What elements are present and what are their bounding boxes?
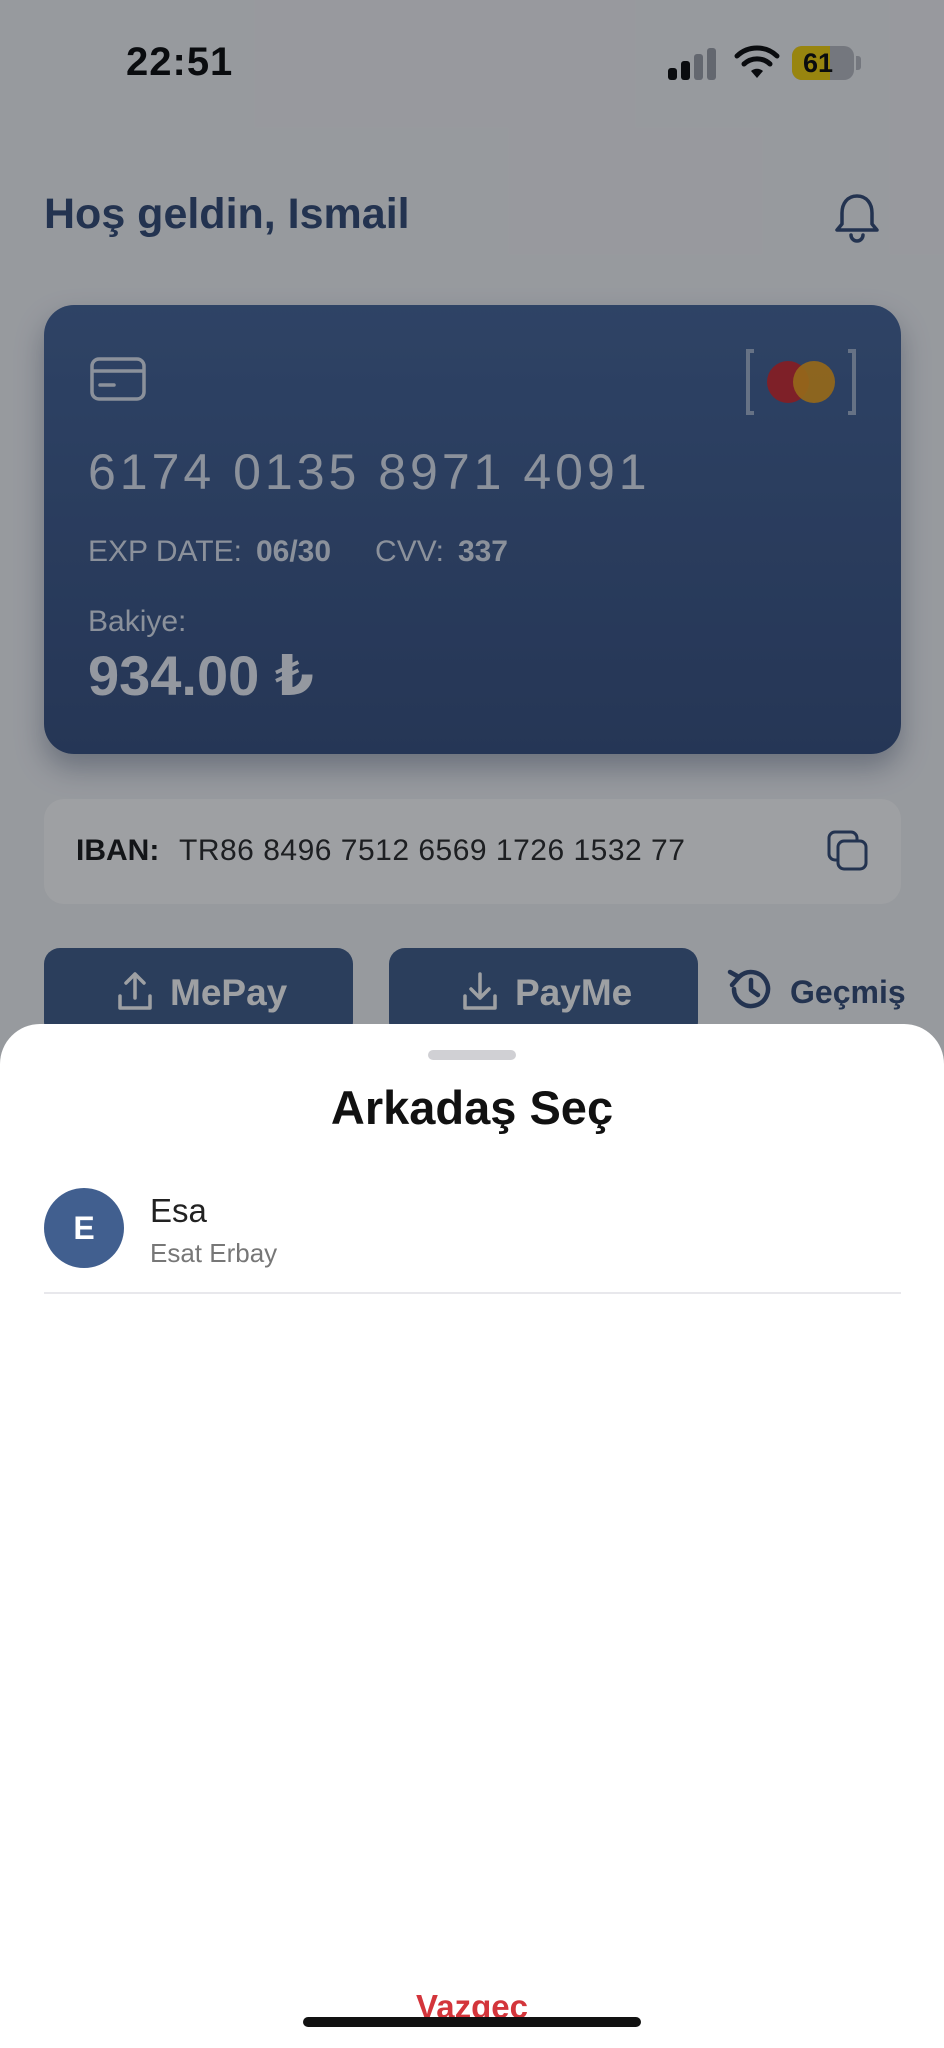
friend-list-item[interactable]: E Esa Esat Erbay [44,1188,901,1294]
sheet-title: Arkadaş Seç [330,1081,614,1134]
friend-full-name: Esat Erbay [150,1238,278,1268]
friend-name: Esa [150,1192,207,1229]
avatar: E [44,1188,124,1268]
home-indicator[interactable] [303,2017,641,2027]
friend-picker-sheet: Arkadaş Seç E Esa Esat Erbay Vazgeç [0,1024,944,2048]
sheet-grabber[interactable] [428,1050,516,1060]
